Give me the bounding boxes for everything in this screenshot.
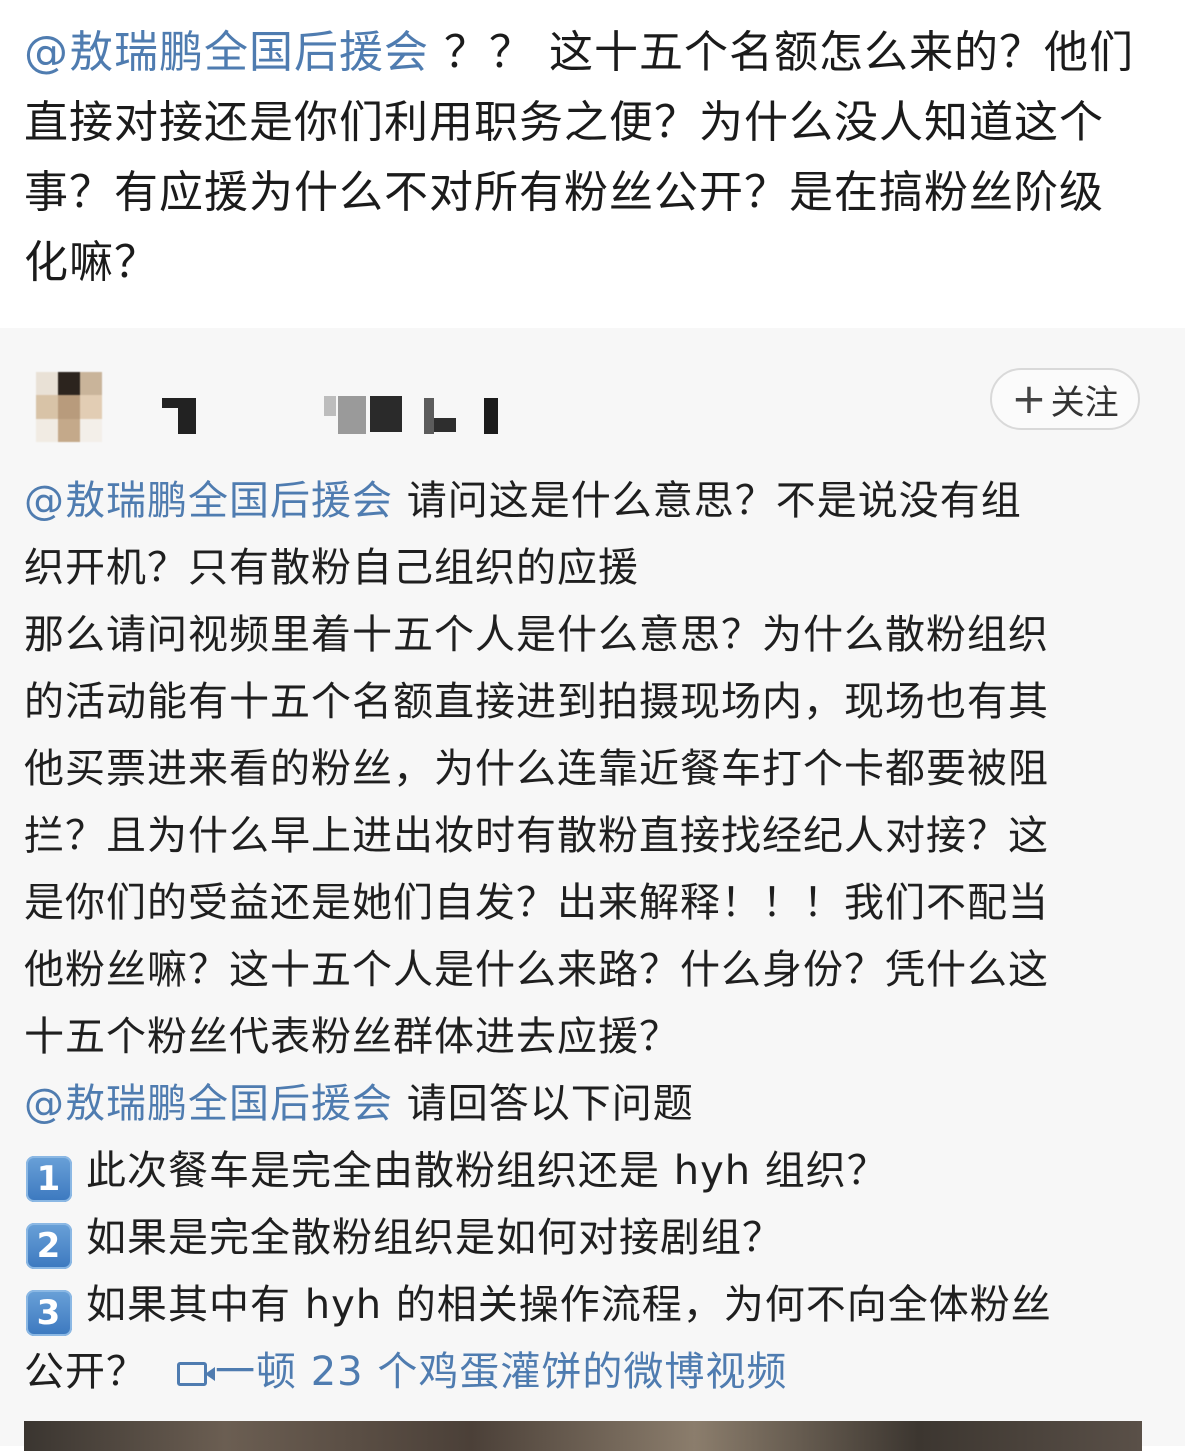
post-text: 请回答以下问题 [393, 1081, 694, 1127]
video-thumbnail[interactable] [24, 1421, 1142, 1451]
post-header: + 关注 [0, 328, 1185, 463]
video-link[interactable]: 一顿 23 个鸡蛋灌饼的微博视频 [177, 1349, 787, 1395]
post-text: 公开？ [24, 1349, 147, 1395]
mention-link[interactable]: @敖瑞鹏全国后援会 [24, 478, 393, 524]
question-item: 2 如果是完全散粉组织是如何对接剧组？ [24, 1205, 1154, 1272]
number-3-icon: 3 [26, 1290, 72, 1336]
plus-icon: + [1011, 374, 1047, 423]
question-item: 1 此次餐车是完全由散粉组织还是 hyh 组织？ [24, 1138, 1154, 1205]
question-item: 3 如果其中有 hyh 的相关操作流程，为何不向全体粉丝 [24, 1272, 1154, 1339]
post-text: 请问这是什么意思？不是说没有组 [393, 478, 1022, 524]
mention-link[interactable]: @敖瑞鹏全国后援会 [24, 1081, 393, 1127]
post-line: 的活动能有十五个名额直接进到拍摄现场内，现场也有其 [24, 679, 1049, 725]
question-text: 如果是完全散粉组织是如何对接剧组？ [86, 1215, 783, 1261]
avatar[interactable] [36, 372, 102, 442]
number-1-icon: 1 [26, 1156, 72, 1202]
post-line: @敖瑞鹏全国后援会 请问这是什么意思？不是说没有组 [24, 468, 1154, 535]
video-camera-icon [177, 1362, 215, 1386]
post-line: 公开？ 一顿 23 个鸡蛋灌饼的微博视频 [24, 1339, 1154, 1406]
post-line: 他买票进来看的粉丝，为什么连靠近餐车打个卡都要被阻 [24, 746, 1049, 792]
post-line: @敖瑞鹏全国后援会 请回答以下问题 [24, 1071, 1154, 1138]
username-blurred[interactable] [158, 396, 518, 436]
post-line: 他粉丝嘛？这十五个人是什么来路？什么身份？凭什么这 [24, 947, 1049, 993]
post-body: @敖瑞鹏全国后援会 请问这是什么意思？不是说没有组 织开机？只有散粉自己组织的应… [24, 468, 1154, 1406]
question-text: 此次餐车是完全由散粉组织还是 hyh 组织？ [86, 1148, 888, 1194]
number-2-icon: 2 [26, 1223, 72, 1269]
question-text: 如果其中有 hyh 的相关操作流程，为何不向全体粉丝 [86, 1282, 1052, 1328]
mention-link[interactable]: @敖瑞鹏全国后援会 [24, 27, 429, 78]
follow-label: 关注 [1050, 382, 1119, 423]
post-line: 是你们的受益还是她们自发？出来解释！！！我们不配当 [24, 880, 1049, 926]
post-card: + 关注 @敖瑞鹏全国后援会 请问这是什么意思？不是说没有组 织开机？只有散粉自… [0, 328, 1185, 1451]
quoted-comment: @敖瑞鹏全国后援会 ？？ 这十五个名额怎么来的？他们直接对接还是你们利用职务之便… [0, 0, 1185, 328]
post-line: 拦？且为什么早上进出妆时有散粉直接找经纪人对接？这 [24, 813, 1049, 859]
quoted-comment-text: @敖瑞鹏全国后援会 ？？ 这十五个名额怎么来的？他们直接对接还是你们利用职务之便… [24, 18, 1135, 298]
follow-button[interactable]: + 关注 [990, 368, 1140, 430]
video-link-label: 一顿 23 个鸡蛋灌饼的微博视频 [215, 1349, 788, 1395]
post-line: 织开机？只有散粉自己组织的应援 [24, 545, 639, 591]
post-line: 那么请问视频里着十五个人是什么意思？为什么散粉组织 [24, 612, 1049, 658]
post-line: 十五个粉丝代表粉丝群体进去应援？ [24, 1014, 680, 1060]
